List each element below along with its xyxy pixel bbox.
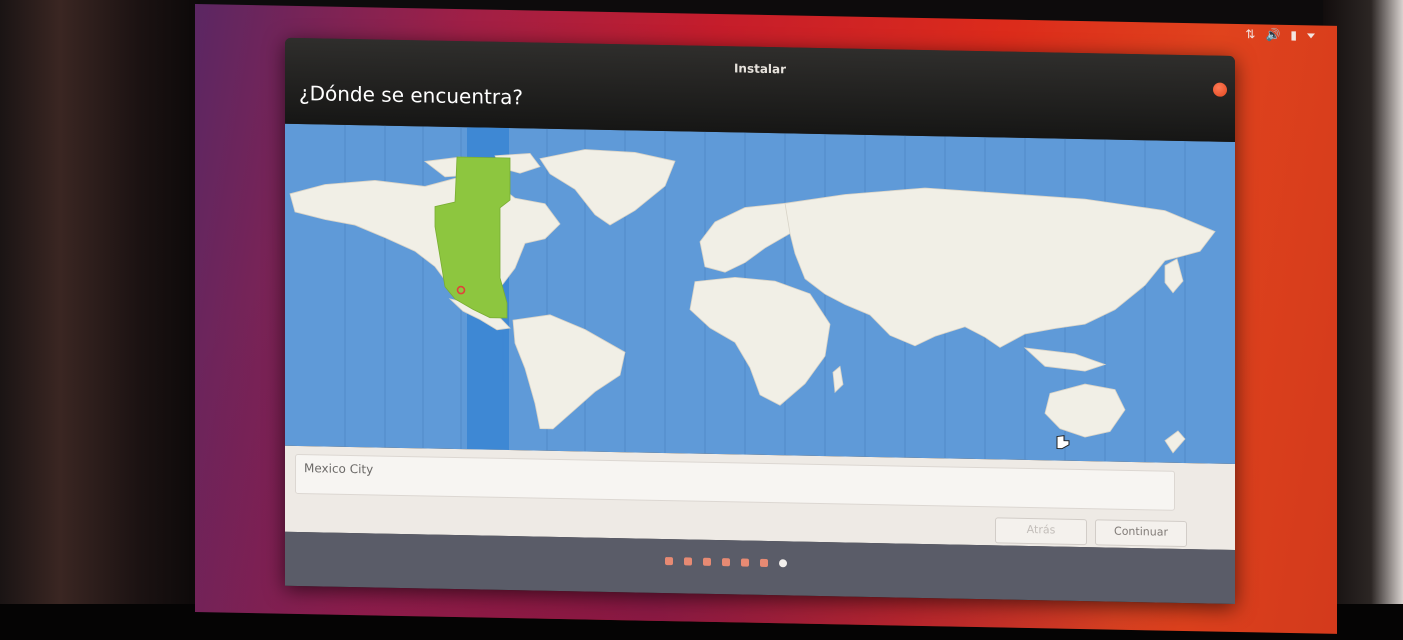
back-button[interactable]: Atrás: [995, 517, 1087, 546]
system-tray[interactable]: ⇅ 🔊 ▮: [1245, 27, 1315, 42]
tray-menu-chevron-icon[interactable]: [1307, 33, 1315, 39]
installer-window: Instalar ¿Dónde se encuentra? Mexico Cit…: [285, 37, 1235, 604]
progress-dot: [741, 558, 749, 567]
window-title: Instalar: [733, 61, 787, 77]
monitor-bezel-left: [0, 0, 200, 640]
progress-dot-current: [779, 559, 787, 568]
location-input[interactable]: Mexico City: [295, 453, 1175, 511]
progress-dots: [665, 557, 787, 568]
progress-dot: [722, 558, 730, 567]
progress-dot: [684, 557, 692, 566]
page-title: ¿Dónde se encuentra?: [299, 80, 523, 110]
desktop-screen: ⇅ 🔊 ▮ Instalar ¿Dónde se encuentra? Mexi…: [195, 4, 1337, 634]
volume-icon[interactable]: 🔊: [1265, 28, 1280, 42]
progress-dot: [760, 558, 768, 568]
battery-icon[interactable]: ▮: [1290, 28, 1297, 42]
progress-dot: [703, 557, 711, 566]
progress-dot: [665, 557, 673, 566]
network-icon[interactable]: ⇅: [1245, 27, 1255, 41]
continue-button[interactable]: Continuar: [1095, 519, 1187, 548]
timezone-map[interactable]: [285, 123, 1235, 464]
close-button[interactable]: [1213, 82, 1227, 97]
